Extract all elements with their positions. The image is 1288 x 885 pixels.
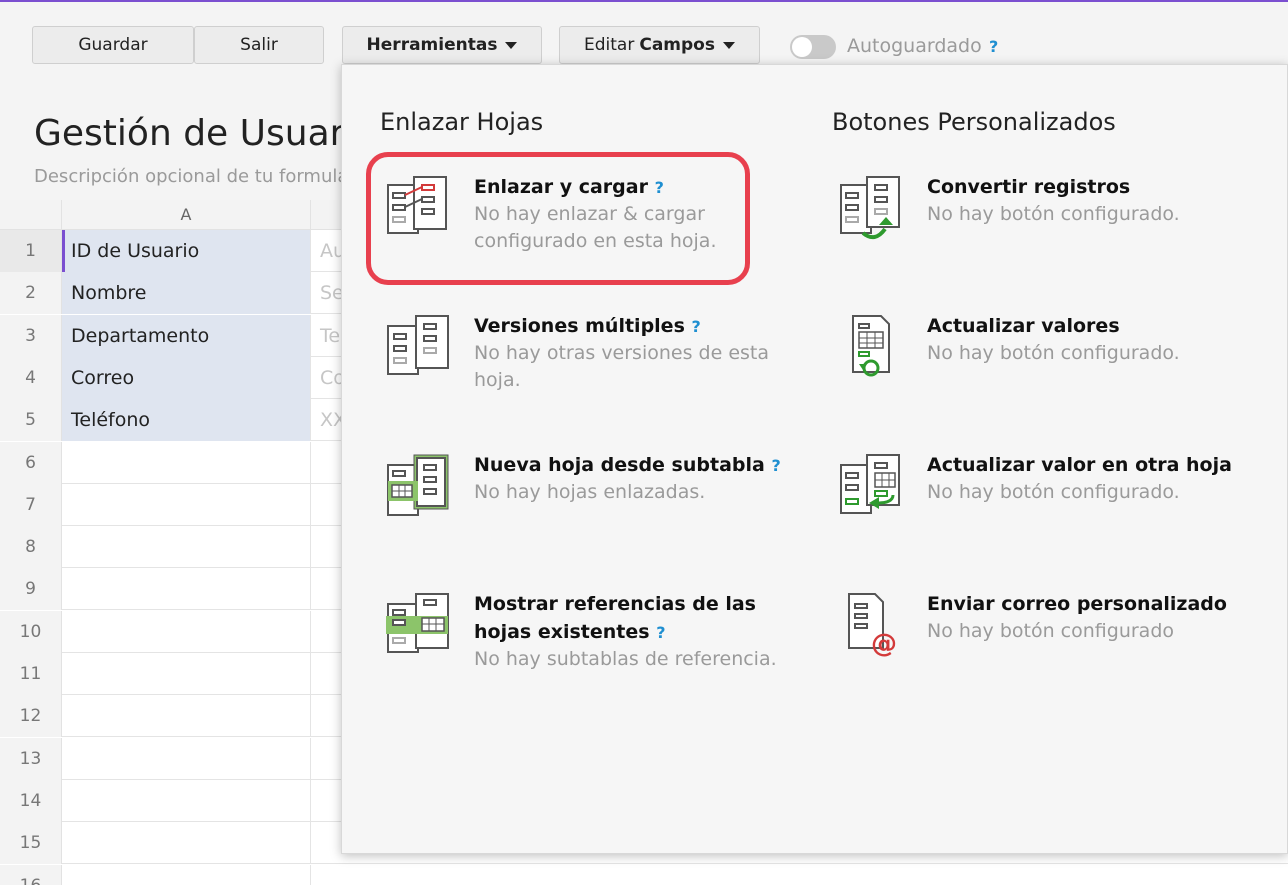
multiple-versions-desc-line2: hoja. [474, 369, 521, 391]
update-other-sheet-desc: No hay botón configurado. [927, 481, 1180, 503]
toolbar: Guardar Salir Herramientas Editar Campos … [0, 2, 1288, 70]
exit-button[interactable]: Salir [194, 26, 324, 64]
column-header-a[interactable]: A [62, 200, 311, 230]
svg-text:@: @ [871, 629, 897, 659]
save-button-label: Guardar [78, 35, 148, 55]
new-sheet-from-subtable-help-icon[interactable]: ? [771, 456, 780, 475]
send-custom-email-desc: No hay botón configurado [927, 620, 1175, 642]
cell-a[interactable] [62, 864, 311, 885]
row-number[interactable]: 12 [0, 695, 62, 738]
edit-fields-prefix: Editar [584, 35, 635, 55]
row-number[interactable]: 11 [0, 653, 62, 695]
row-number[interactable]: 2 [0, 272, 62, 315]
row-number[interactable]: 4 [0, 356, 62, 399]
autosave-label: Autoguardado [847, 35, 982, 57]
cell-a[interactable] [62, 441, 311, 484]
row-number[interactable]: 1 [0, 230, 62, 272]
row-number[interactable]: 14 [0, 779, 62, 822]
new-sheet-from-subtable-desc: No hay hojas enlazadas. [474, 481, 706, 503]
update-values-icon [852, 315, 890, 377]
tools-menu-button[interactable]: Herramientas [342, 26, 542, 64]
subtable-sheet-icon [387, 454, 449, 516]
update-other-sheet-title: Actualizar valor en otra hoja [927, 454, 1232, 476]
cell-a[interactable] [62, 483, 311, 526]
row-number[interactable]: 13 [0, 737, 62, 780]
row-number[interactable]: 7 [0, 483, 62, 526]
new-sheet-from-subtable-item[interactable]: Nueva hoja desde subtabla ? No hay hojas… [384, 451, 784, 571]
save-button[interactable]: Guardar [32, 26, 194, 64]
multiple-versions-item[interactable]: Versiones múltiples ? No hay otras versi… [384, 312, 784, 432]
reference-sheets-icon [386, 593, 449, 653]
convert-records-desc: No hay botón configurado. [927, 203, 1180, 225]
row-number[interactable]: 5 [0, 399, 62, 442]
convert-records-icon [840, 176, 900, 240]
multiple-versions-help-icon[interactable]: ? [692, 317, 701, 336]
show-references-desc: No hay subtablas de referencia. [474, 648, 777, 670]
convert-records-title: Convertir registros [927, 176, 1131, 198]
cell-a[interactable] [62, 653, 311, 695]
exit-button-label: Salir [240, 35, 278, 55]
send-custom-email-item[interactable]: @ Enviar correo personalizado No hay bot… [837, 590, 1237, 710]
custom-buttons-heading: Botones Personalizados [832, 108, 1116, 136]
email-icon: @ [848, 593, 897, 659]
update-values-item[interactable]: Actualizar valores No hay botón configur… [837, 312, 1237, 432]
show-references-item[interactable]: Mostrar referencias de las hojas existent… [384, 590, 784, 710]
caret-down-icon [505, 41, 518, 49]
cell-a[interactable] [62, 779, 311, 822]
autosave-help-icon[interactable]: ? [989, 37, 998, 56]
row-number[interactable]: 3 [0, 314, 62, 357]
cell-a[interactable]: Teléfono [62, 399, 311, 442]
multiple-versions-title: Versiones múltiples ? [474, 312, 794, 341]
toggle-knob [792, 37, 812, 57]
form-description[interactable]: Descripción opcional de tu formulario [34, 166, 344, 187]
table-row: 16 [0, 864, 1288, 885]
highlight-annotation [366, 152, 750, 285]
update-values-desc: No hay botón configurado. [927, 342, 1180, 364]
row-number[interactable]: 9 [0, 568, 62, 611]
cell-a[interactable]: Departamento [62, 314, 311, 357]
show-references-help-icon[interactable]: ? [656, 623, 665, 642]
form-title[interactable]: Gestión de Usuarios [34, 113, 354, 154]
multiple-versions-desc: No hay otras versiones de esta hoja. [474, 340, 794, 394]
row-number[interactable]: 8 [0, 526, 62, 569]
cell-a[interactable] [62, 526, 311, 569]
tools-menu-label: Herramientas [366, 35, 498, 55]
cell-a[interactable] [62, 695, 311, 738]
convert-records-item[interactable]: Convertir registros No hay botón configu… [837, 173, 1237, 293]
autosave-toggle[interactable] [790, 35, 836, 59]
edit-fields-button[interactable]: Editar Campos [559, 26, 760, 64]
cell-a[interactable]: Correo [62, 356, 311, 399]
show-references-title-line1: Mostrar referencias de las [474, 593, 756, 615]
caret-down-icon [722, 41, 735, 49]
update-values-title: Actualizar valores [927, 315, 1120, 337]
link-sheets-heading: Enlazar Hojas [380, 108, 544, 136]
row-number[interactable]: 15 [0, 822, 62, 865]
new-sheet-from-subtable-title-text: Nueva hoja desde subtabla [474, 454, 765, 476]
update-other-sheet-icon [840, 454, 900, 514]
cell-a[interactable]: ID de Usuario [62, 230, 311, 272]
row-number[interactable]: 16 [0, 864, 62, 885]
new-sheet-from-subtable-title: Nueva hoja desde subtabla ? [474, 451, 794, 480]
cell-a[interactable] [62, 737, 311, 780]
edit-fields-bold: Campos [639, 35, 715, 55]
show-references-title-line2: hojas existentes [474, 621, 650, 643]
multiple-versions-desc-line1: No hay otras versiones de esta [474, 342, 770, 364]
cell-a[interactable] [62, 822, 311, 865]
cell-a[interactable]: Nombre [62, 272, 311, 315]
row-number[interactable]: 10 [0, 610, 62, 653]
update-other-sheet-item[interactable]: Actualizar valor en otra hoja No hay bot… [837, 451, 1237, 571]
show-references-title: Mostrar referencias de las hojas existent… [474, 590, 794, 647]
multi-version-icon [387, 315, 449, 375]
send-custom-email-title: Enviar correo personalizado [927, 593, 1227, 615]
corner-header [0, 200, 62, 230]
cell-a[interactable] [62, 610, 311, 653]
row-number[interactable]: 6 [0, 441, 62, 484]
multiple-versions-title-text: Versiones múltiples [474, 315, 685, 337]
cell-b[interactable] [311, 865, 551, 885]
cell-a[interactable] [62, 568, 311, 611]
